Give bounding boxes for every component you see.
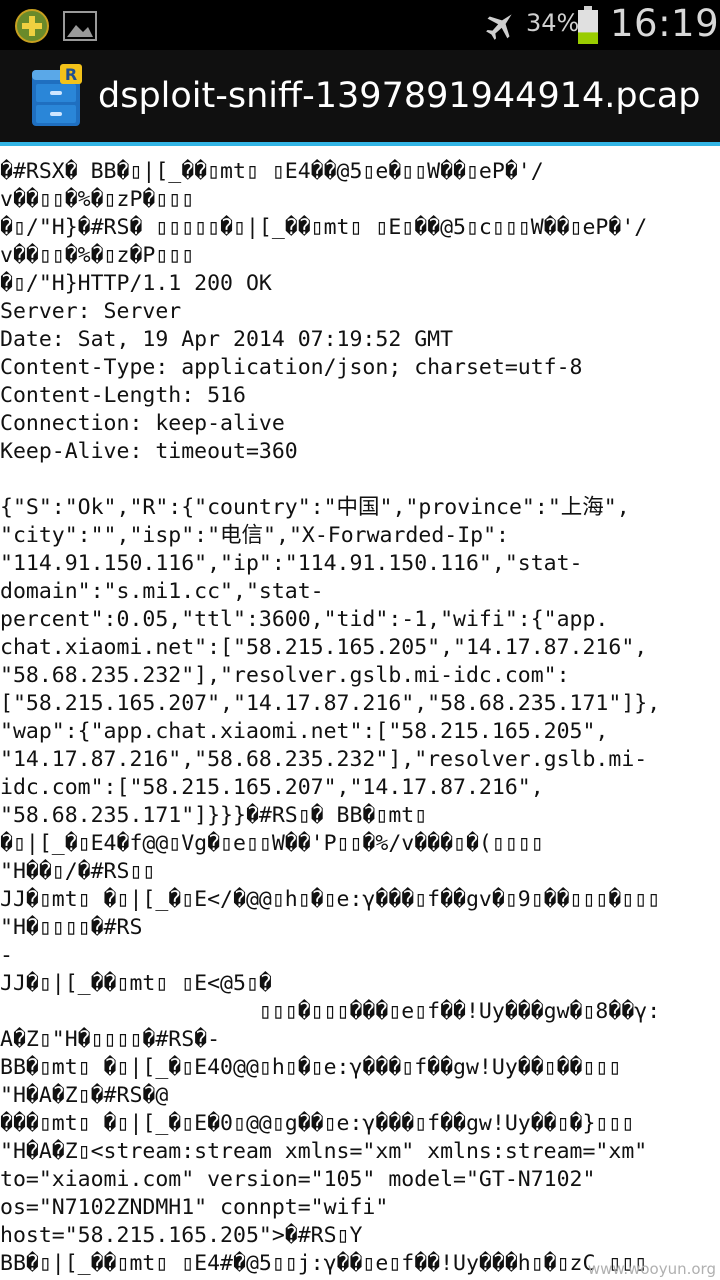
text-line: �#RSX� BB�▯|[_��▯mt▯ ▯E4��@5▯e�▯▯W��▯eP�… <box>0 159 544 184</box>
text-line: "58.68.235.171"]}}}�#RS▯� BB�▯mt▯ <box>0 803 428 828</box>
text-line: to="xiaomi.com" version="105" model="GT-… <box>0 1167 596 1192</box>
file-title: dsploit-sniff-1397891944914.pcap <box>98 76 701 116</box>
text-line: A�Z▯"H�▯▯▯▯�#RS�- <box>0 1027 221 1052</box>
text-line <box>0 466 720 494</box>
clock: 16:19 <box>610 2 720 45</box>
text-line: "H�A�Z▯�#RS�@ <box>0 1083 169 1108</box>
text-line: Content-Type: application/json; charset=… <box>0 355 583 380</box>
text-line: host="58.215.165.205">�#RS▯Y <box>0 1223 363 1248</box>
text-line: Keep-Alive: timeout=360 <box>0 439 298 464</box>
text-line: v��▯▯�%�▯zP�▯▯▯ <box>0 187 195 212</box>
text-line: v��▯▯�%�▯z�P▯▯▯ <box>0 243 195 268</box>
text-line: "114.91.150.116","ip":"114.91.150.116","… <box>0 551 583 576</box>
watermark: www.wooyun.org <box>587 1260 716 1278</box>
text-line: "wap":{"app.chat.xiaomi.net":["58.215.16… <box>0 719 609 744</box>
text-line: idc.com":["58.215.165.207","14.17.87.216… <box>0 775 544 800</box>
status-bar: 34% 16:19 <box>0 0 720 50</box>
airplane-mode-icon <box>486 14 512 40</box>
text-line: chat.xiaomi.net":["58.215.165.205","14.1… <box>0 635 648 660</box>
battery-percent: 34% <box>526 9 580 37</box>
text-line: ���▯mt▯ �▯|[_�▯E�0▯@@▯g��▯e:γ���▯f��gw!U… <box>0 1111 635 1136</box>
text-line: BB�▯mt▯ �▯|[_�▯E40@@▯h▯�▯e:γ���▯f��gw!Uy… <box>0 1055 622 1080</box>
text-line: Server: Server <box>0 299 182 324</box>
text-line: Date: Sat, 19 Apr 2014 07:19:52 GMT <box>0 327 454 352</box>
text-line: ▯▯▯�▯▯▯���▯e▯f��!Uy���gw�▯8��γ: <box>0 999 661 1024</box>
packet-content-view[interactable]: �#RSX� BB�▯|[_��▯mt▯ ▯E4��@5▯e�▯▯W��▯eP�… <box>0 158 720 1280</box>
text-line: "14.17.87.216","58.68.235.232"],"resolve… <box>0 747 648 772</box>
text-line: ["58.215.165.207","14.17.87.216","58.68.… <box>0 691 661 716</box>
action-bar: R dsploit-sniff-1397891944914.pcap <box>0 50 720 146</box>
text-line: "58.68.235.232"],"resolver.gslb.mi-idc.c… <box>0 663 570 688</box>
text-line: {"S":"Ok","R":{"country":"中国","province"… <box>0 495 630 520</box>
text-line: os="N7102ZNDMH1" connpt="wifi" <box>0 1195 389 1220</box>
file-cabinet-icon[interactable]: R <box>26 64 86 130</box>
svg-text:R: R <box>65 65 77 84</box>
text-line: "H��▯/�#RS▯▯ <box>0 859 156 884</box>
text-line: JJ�▯|[_��▯mt▯ ▯E<@5▯� <box>0 971 272 996</box>
text-line: Connection: keep-alive <box>0 411 285 436</box>
text-line: JJ�▯mt▯ �▯|[_�▯E</�@@▯h▯�▯e:γ���▯f��gv�▯… <box>0 887 661 912</box>
battery-icon <box>578 6 598 44</box>
text-line: "H�A�Z▯<stream:stream xmlns="xm" xmlns:s… <box>0 1139 648 1164</box>
add-notification-icon[interactable] <box>14 8 50 44</box>
text-line: "H�▯▯▯▯�#RS <box>0 915 143 940</box>
text-line: - <box>0 943 13 968</box>
text-line: �▯/"H}HTTP/1.1 200 OK <box>0 271 272 296</box>
text-line: percent":0.05,"ttl":3600,"tid":-1,"wifi"… <box>0 607 609 632</box>
image-notification-icon[interactable] <box>62 8 98 44</box>
text-line: domain":"s.mi1.cc","stat- <box>0 579 324 604</box>
text-line: �▯|[_�▯E4�f@@▯Vg�▯e▯▯W��'P▯▯�%/v���▯�(▯▯… <box>0 831 544 856</box>
text-line: "city":"","isp":"电信","X-Forwarded-Ip": <box>0 523 509 548</box>
text-line: �▯/"H}�#RS� ▯▯▯▯▯�▯|[_��▯mt▯ ▯E▯��@5▯c▯▯… <box>0 215 648 240</box>
text-line: Content-Length: 516 <box>0 383 246 408</box>
